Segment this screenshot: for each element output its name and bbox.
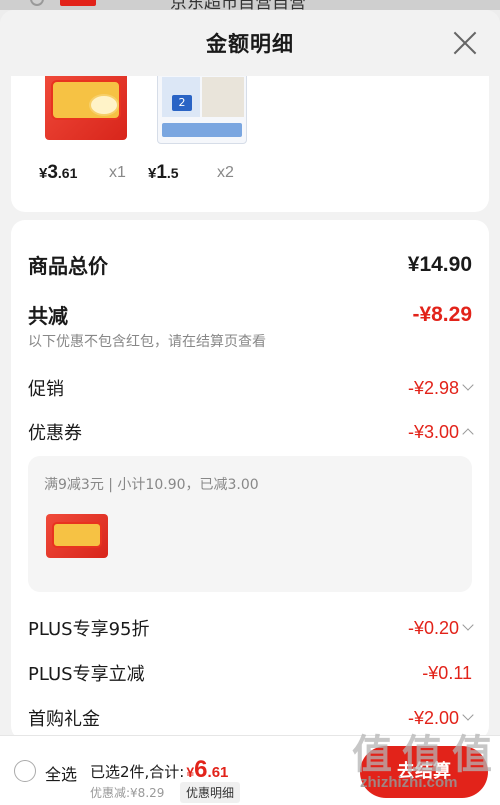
coupon-product-thumbnail: [46, 514, 108, 558]
amount-detail-sheet: 金额明细 2 ¥3.61 x1 ¥1.5 x2 商品总价 ¥14.90 共减 -…: [0, 10, 500, 735]
coupon-amount-wrap: -¥3.00: [407, 421, 474, 443]
tissue-banner-graphic: [162, 123, 242, 137]
background-radio: [30, 0, 44, 6]
plus-instant-row: PLUS专享立减 -¥0.11: [28, 660, 472, 686]
product-price: ¥3.61: [39, 162, 77, 184]
tissue-count-badge: 2: [172, 95, 192, 111]
first-purchase-gift-amount-wrap: -¥2.00: [407, 707, 474, 729]
coupon-label: 优惠券: [28, 423, 82, 444]
discount-summary: 优惠减:¥8.29: [90, 786, 165, 800]
first-purchase-gift-amount: -¥2.00: [407, 707, 459, 728]
plus-discount-amount-wrap: -¥0.20: [407, 617, 474, 639]
coupon-amount: -¥3.00: [407, 421, 459, 442]
select-all-label[interactable]: 全选: [45, 761, 77, 785]
total-price-row: 商品总价 ¥14.90: [28, 250, 472, 279]
plus-discount-amount: -¥0.20: [407, 617, 459, 638]
promotion-amount: -¥2.98: [407, 377, 459, 398]
checkout-bar: 全选 已选2件,合计: ¥6.61 优惠减:¥8.29 优惠明细 去结算: [0, 735, 500, 805]
noodle-pack-graphic: [52, 522, 102, 548]
promotion-label: 促销: [28, 379, 64, 400]
price-integer: 3: [47, 162, 58, 183]
product-quantity: x2: [217, 164, 234, 181]
background-store-name: 京东超市自营自营: [170, 0, 306, 10]
price-integer: 1: [156, 162, 167, 183]
chevron-down-icon: [462, 619, 474, 631]
coupon-detail-text: 满9减3元 | 小计10.90，已减3.00: [44, 477, 259, 493]
plus-discount-row[interactable]: PLUS专享95折 -¥0.20: [28, 615, 474, 641]
checkout-button[interactable]: 去结算: [360, 746, 488, 798]
total-reduction-amount: -¥8.29: [412, 302, 472, 326]
product-price: ¥1.5: [148, 162, 179, 184]
coupon-detail-panel: 满9减3元 | 小计10.90，已减3.00: [28, 456, 472, 592]
chevron-down-icon: [462, 379, 474, 391]
selected-count-text: 已选2件,合计:: [90, 763, 185, 781]
sheet-title: 金额明细: [206, 32, 294, 56]
close-icon[interactable]: [452, 30, 478, 56]
total-price-amount: ¥14.90: [407, 252, 472, 276]
reduction-note: 以下优惠不包含红包，请在结算页查看: [28, 334, 266, 350]
noodle-bowl-graphic: [89, 94, 119, 116]
goods-card: 2 ¥3.61 x1 ¥1.5 x2: [11, 76, 489, 212]
product-image-noodles[interactable]: [45, 76, 127, 140]
coupon-row[interactable]: 优惠券 -¥3.00: [28, 419, 474, 445]
promotion-amount-wrap: -¥2.98: [407, 377, 474, 399]
background-page: 京东超市自营自营: [0, 0, 500, 10]
total-decimal: .61: [207, 764, 229, 781]
price-summary-card: 商品总价 ¥14.90 共减 -¥8.29 以下优惠不包含红包，请在结算页查看 …: [11, 220, 489, 735]
tissue-side-graphic: [202, 77, 244, 117]
price-decimal: .5: [166, 165, 179, 181]
product-quantity: x1: [109, 164, 126, 181]
total-reduction-label: 共减: [28, 304, 68, 328]
discount-detail-link[interactable]: 优惠明细: [180, 782, 241, 803]
sheet-header: 金额明细: [0, 10, 500, 76]
chevron-down-icon: [462, 709, 474, 721]
total-price-label: 商品总价: [28, 254, 108, 278]
plus-discount-label: PLUS专享95折: [28, 619, 150, 640]
select-all-radio[interactable]: [14, 760, 36, 782]
first-purchase-gift-row[interactable]: 首购礼金 -¥2.00: [28, 705, 474, 731]
background-badge: [60, 0, 96, 6]
first-purchase-gift-label: 首购礼金: [28, 709, 100, 730]
total-integer: 6: [194, 756, 208, 783]
chevron-up-icon: [462, 428, 474, 440]
promotion-row[interactable]: 促销 -¥2.98: [28, 375, 474, 401]
product-image-tissue[interactable]: 2: [157, 76, 247, 144]
price-decimal: .61: [57, 165, 78, 181]
plus-instant-amount: -¥0.11: [422, 662, 472, 683]
selected-summary: 已选2件,合计: ¥6.61: [90, 756, 228, 784]
total-currency: ¥: [186, 764, 195, 780]
cart-total: ¥6.61: [186, 756, 228, 784]
plus-instant-label: PLUS专享立减: [28, 664, 145, 685]
total-reduction-row: 共减 -¥8.29: [28, 300, 472, 329]
